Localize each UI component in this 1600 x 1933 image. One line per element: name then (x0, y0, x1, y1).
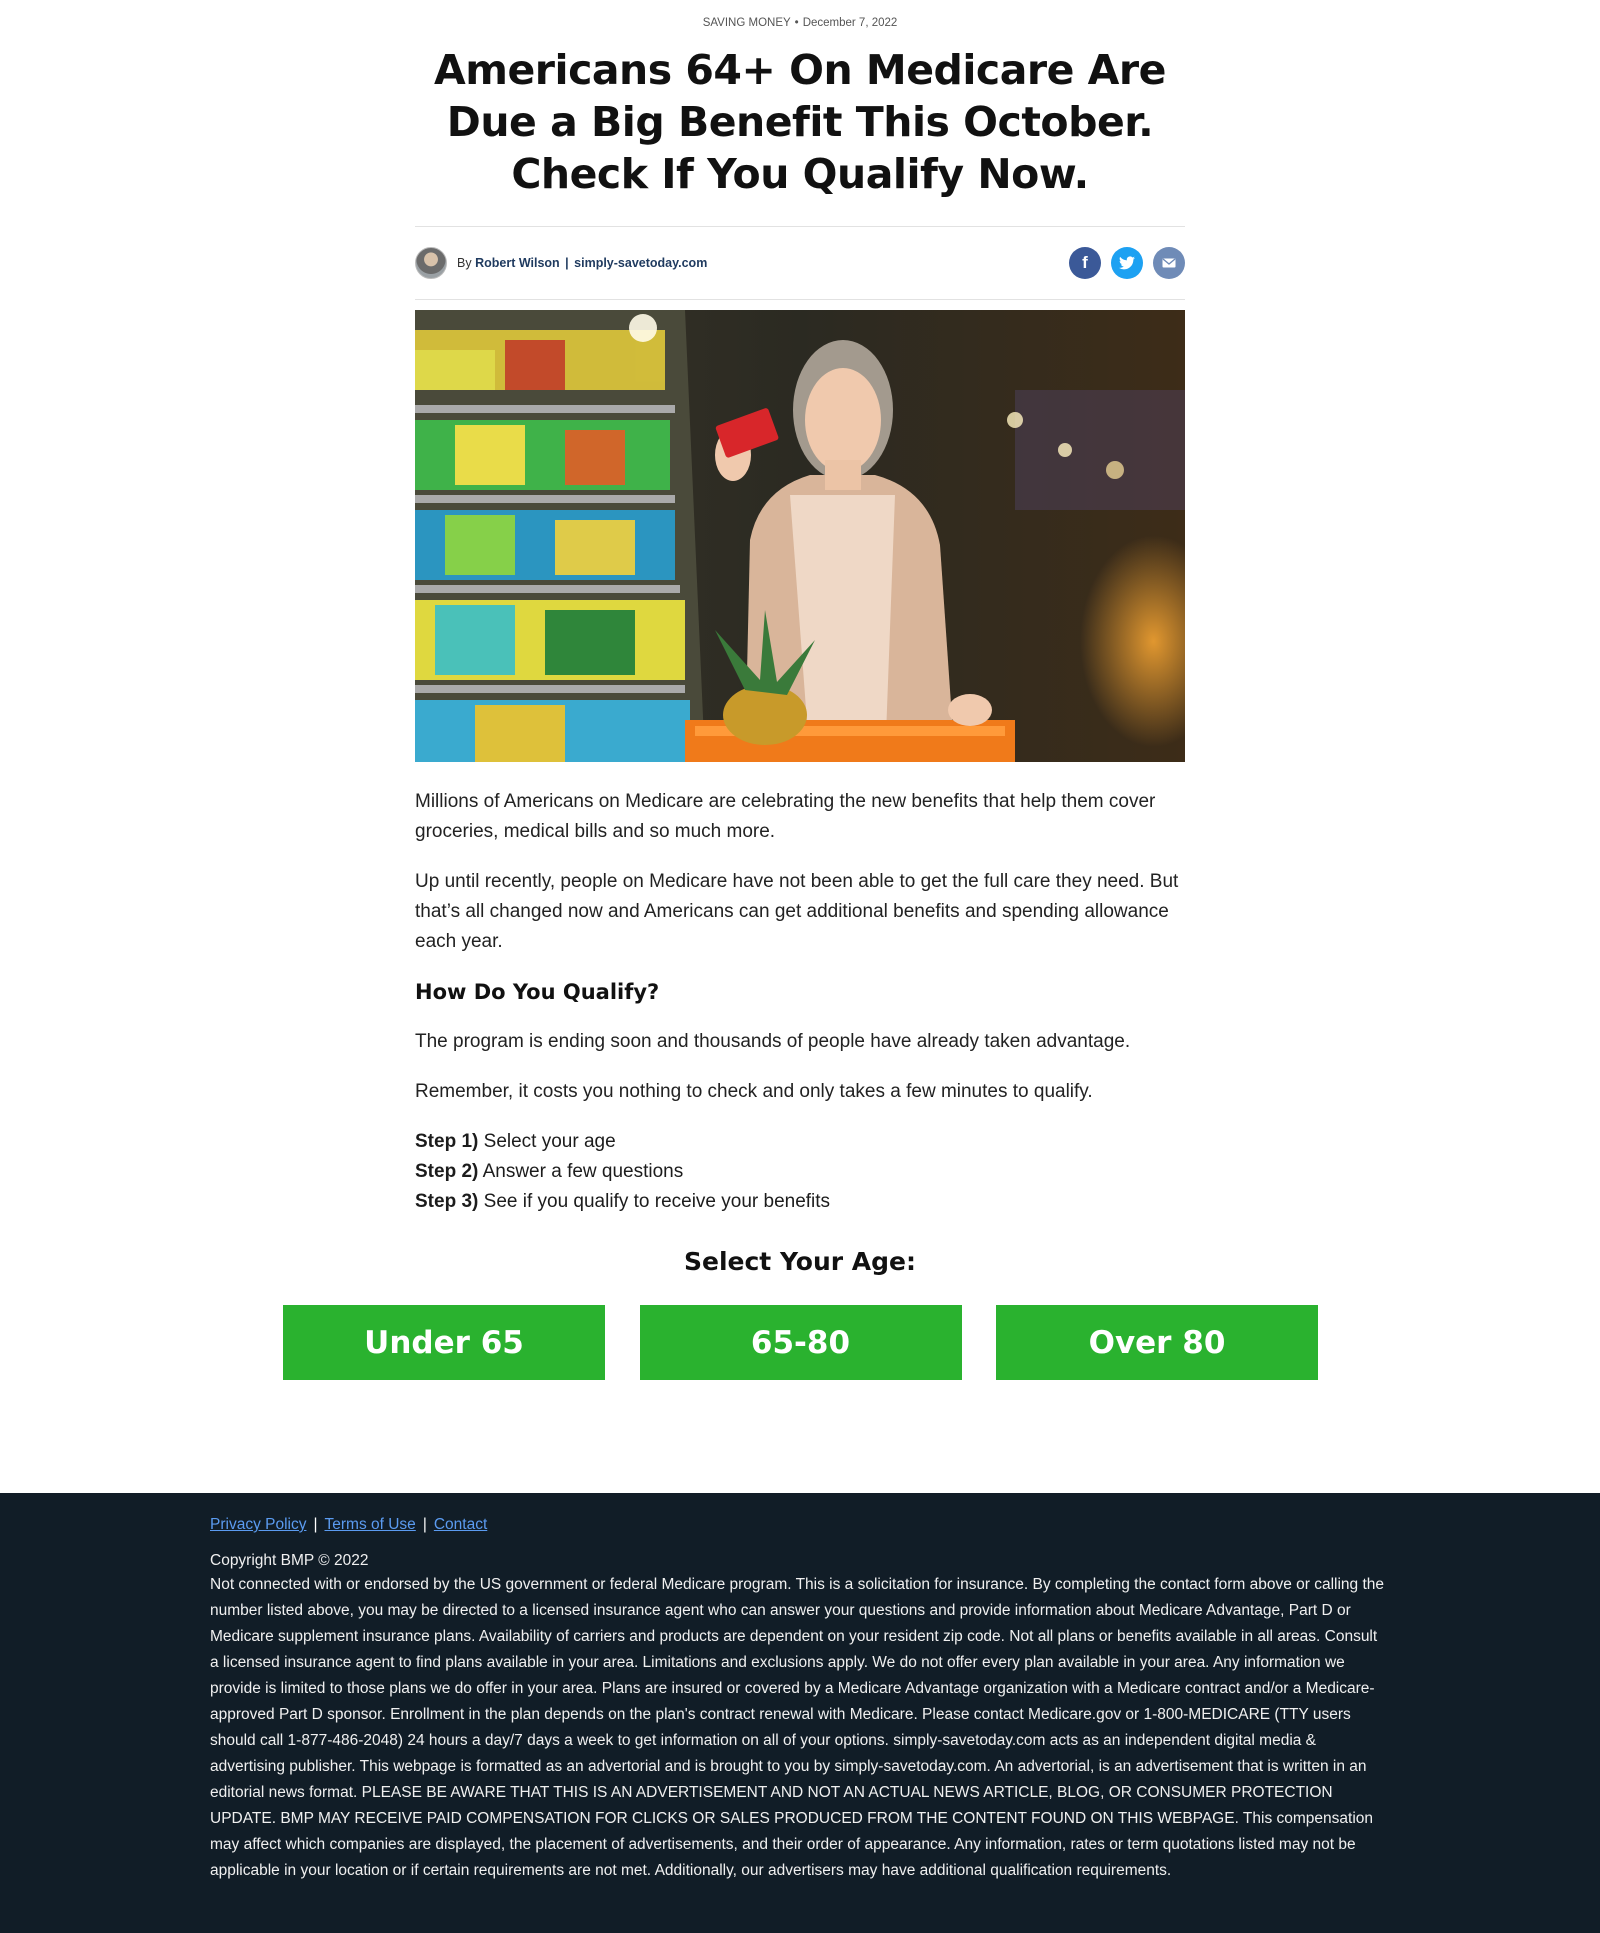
step-item: Step 1) Select your age (415, 1127, 1185, 1157)
age-options: Under 65 65-80 Over 80 (283, 1305, 1318, 1380)
category-label: SAVING MONEY (702, 17, 791, 29)
step-label: Step 1) (415, 1131, 479, 1152)
share-buttons: f (1069, 247, 1185, 279)
meta-separator: • (794, 17, 799, 29)
age-65-80-button[interactable]: 65-80 (639, 1305, 962, 1380)
step-text: See if you qualify to receive your benef… (483, 1191, 831, 1212)
link-separator: | (313, 1516, 318, 1533)
byline: By Robert Wilson | simply-savetoday.com (415, 247, 707, 279)
publish-date: December 7, 2022 (802, 17, 898, 29)
twitter-share-button[interactable] (1111, 247, 1143, 279)
qualify-subheading: How Do You Qualify? (415, 980, 660, 1004)
site-name[interactable]: simply-savetoday.com (574, 256, 707, 270)
steps-list: Step 1) Select your age Step 2) Answer a… (415, 1127, 1185, 1217)
terms-of-use-link[interactable]: Terms of Use (325, 1516, 416, 1533)
author-avatar (415, 247, 447, 279)
byline-bar: By Robert Wilson | simply-savetoday.com … (415, 226, 1185, 300)
twitter-icon (1119, 256, 1135, 270)
facebook-icon: f (1082, 253, 1088, 272)
paragraph-intro: Millions of Americans on Medicare are ce… (415, 791, 1156, 842)
step-item: Step 2) Answer a few questions (415, 1157, 1185, 1187)
step-item: Step 3) See if you qualify to receive yo… (415, 1187, 1185, 1217)
copyright: Copyright BMP © 2022 (210, 1552, 369, 1569)
paragraph-change: Up until recently, people on Medicare ha… (415, 871, 1179, 952)
byline-prefix: By (457, 256, 472, 270)
step-label: Step 3) (415, 1191, 479, 1212)
select-age-title: Select Your Age: (684, 1247, 916, 1276)
hero-image (415, 310, 1185, 762)
disclaimer-text: Not connected with or endorsed by the US… (210, 1576, 1385, 1879)
age-under-65-button[interactable]: Under 65 (283, 1305, 605, 1380)
article: SAVING MONEY • December 7, 2022 Americans … (415, 0, 1185, 1217)
article-meta: SAVING MONEY • December 7, 2022 (415, 16, 1185, 30)
step-text: Select your age (483, 1131, 616, 1152)
privacy-policy-link[interactable]: Privacy Policy (210, 1516, 306, 1533)
paragraph-costs-nothing: Remember, it costs you nothing to check … (415, 1081, 1093, 1102)
footer-links: Privacy Policy | Terms of Use | Contact (210, 1515, 1390, 1535)
byline-separator: | (565, 256, 569, 270)
age-over-80-button[interactable]: Over 80 (996, 1305, 1318, 1380)
facebook-share-button[interactable]: f (1069, 247, 1101, 279)
email-share-button[interactable] (1153, 247, 1185, 279)
paragraph-ending-soon: The program is ending soon and thousands… (415, 1031, 1131, 1052)
author-name[interactable]: Robert Wilson (475, 256, 560, 270)
step-label: Step 2) (415, 1161, 479, 1182)
step-text: Answer a few questions (482, 1161, 684, 1182)
footer-content: Privacy Policy | Terms of Use | Contact Copy… (210, 1515, 1390, 1884)
grocery-store-photo (415, 310, 1185, 762)
author-line: By Robert Wilson | simply-savetoday.com (457, 256, 707, 270)
headline: Americans 64+ On Medicare Are Due a Big … (434, 46, 1166, 198)
footer: Privacy Policy | Terms of Use | Contact Copy… (0, 1493, 1600, 1933)
link-separator: | (422, 1516, 427, 1533)
envelope-icon (1162, 258, 1176, 268)
contact-link[interactable]: Contact (434, 1516, 487, 1533)
